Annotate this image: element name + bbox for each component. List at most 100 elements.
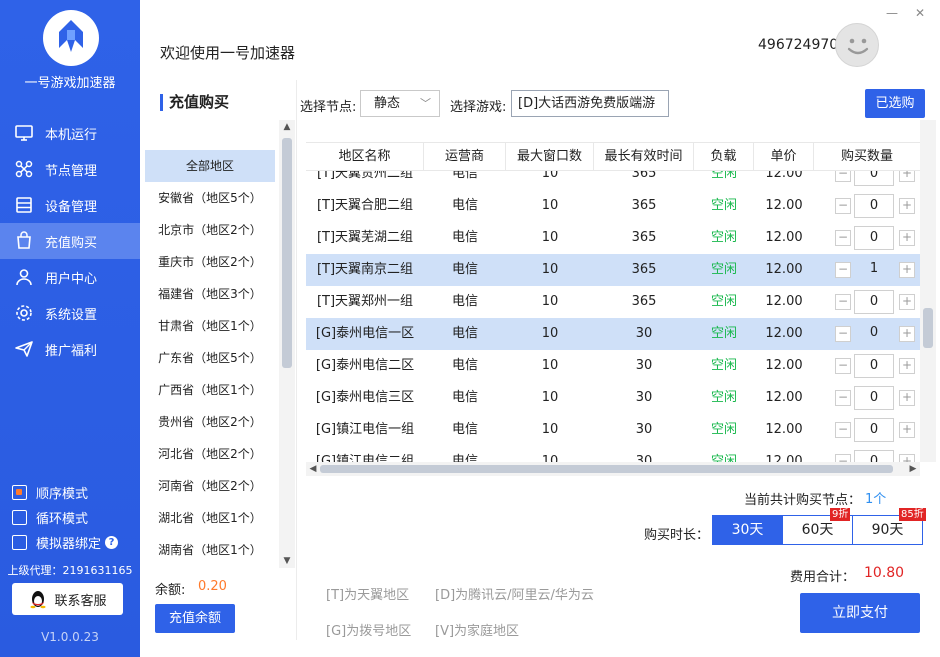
column-header[interactable]: 负载	[694, 143, 754, 171]
quantity-stepper[interactable]: −0 +	[833, 324, 917, 344]
table-row[interactable]: [T]天翼芜湖二组 电信 10 365 空闲 12.00 −0 +	[306, 222, 920, 254]
minimize-button[interactable]: —	[886, 6, 898, 20]
sequential-mode-checkbox[interactable]: 顺序模式	[12, 480, 137, 505]
minus-icon[interactable]: −	[835, 262, 851, 278]
minus-icon[interactable]: −	[835, 454, 851, 462]
plus-icon[interactable]: +	[899, 358, 915, 374]
plus-icon[interactable]: +	[899, 454, 915, 462]
table-row[interactable]: [T]天翼南京二组 电信 10 365 空闲 12.00 −1 +	[306, 254, 920, 286]
column-header[interactable]: 运营商	[424, 143, 506, 171]
quantity-input[interactable]: 0	[854, 226, 894, 250]
scroll-down-arrow-icon[interactable]: ▼	[279, 554, 295, 568]
plus-icon[interactable]: +	[899, 326, 915, 342]
checkbox-box[interactable]	[12, 535, 27, 550]
quantity-input[interactable]: 0	[854, 450, 894, 462]
region-item[interactable]: 安徽省（地区5个）	[145, 182, 275, 214]
table-row[interactable]: [T]天翼郑州一组 电信 10 365 空闲 12.00 −0 +	[306, 286, 920, 318]
sidebar-item-local-run[interactable]: 本机运行	[0, 115, 140, 151]
quantity-stepper[interactable]: −0 +	[833, 354, 917, 378]
region-scrollbar[interactable]: ▲ ▼	[279, 120, 295, 568]
region-item[interactable]: 广西省（地区1个）	[145, 374, 275, 406]
pay-now-button[interactable]: 立即支付	[800, 593, 920, 633]
recharge-balance-button[interactable]: 充值余额	[155, 604, 235, 633]
minus-icon[interactable]: −	[835, 230, 851, 246]
table-row[interactable]: [G]泰州电信三区 电信 10 30 空闲 12.00 −0 +	[306, 382, 920, 414]
sidebar-item-settings[interactable]: 系统设置	[0, 295, 140, 331]
quantity-stepper[interactable]: −0 +	[833, 194, 917, 218]
quantity-stepper[interactable]: −0 +	[833, 418, 917, 442]
column-header[interactable]: 单价	[754, 143, 814, 171]
scroll-thumb[interactable]	[282, 138, 292, 368]
node-type-select[interactable]: 静态 ﹀	[360, 90, 440, 117]
table-row[interactable]: [T]天翼合肥二组 电信 10 365 空闲 12.00 −0 +	[306, 190, 920, 222]
plus-icon[interactable]: +	[899, 262, 915, 278]
minus-icon[interactable]: −	[835, 294, 851, 310]
column-header[interactable]: 最长有效时间	[594, 143, 694, 171]
scroll-left-arrow-icon[interactable]: ◀	[306, 462, 320, 476]
minus-icon[interactable]: −	[835, 422, 851, 438]
minus-icon[interactable]: −	[835, 358, 851, 374]
checkbox-box[interactable]	[12, 485, 27, 500]
emulator-binding-checkbox[interactable]: 模拟器绑定 ?	[12, 530, 137, 555]
help-icon[interactable]: ?	[105, 536, 119, 549]
sidebar-item-user-center[interactable]: 用户中心	[0, 259, 140, 295]
region-item-all[interactable]: 全部地区	[145, 150, 275, 182]
customer-service-button[interactable]: 联系客服	[12, 583, 123, 615]
region-item[interactable]: 广东省（地区5个）	[145, 342, 275, 374]
duration-30-days-button[interactable]: 30天	[712, 515, 783, 545]
region-item[interactable]: 贵州省（地区2个）	[145, 406, 275, 438]
quantity-stepper[interactable]: −0 +	[833, 450, 917, 462]
game-select-input[interactable]: [D]大话西游免费版端游	[511, 90, 669, 117]
region-item[interactable]: 福建省（地区3个）	[145, 278, 275, 310]
loop-mode-checkbox[interactable]: 循环模式	[12, 505, 137, 530]
quantity-input[interactable]: 0	[854, 290, 894, 314]
region-item[interactable]: 北京市（地区2个）	[145, 214, 275, 246]
region-item[interactable]: 甘肃省（地区1个）	[145, 310, 275, 342]
plus-icon[interactable]: +	[899, 390, 915, 406]
sidebar-item-devices[interactable]: 设备管理	[0, 187, 140, 223]
scroll-right-arrow-icon[interactable]: ▶	[906, 462, 920, 476]
quantity-stepper[interactable]: −1 +	[833, 260, 917, 280]
region-item[interactable]: 湖南省（地区1个）	[145, 534, 275, 566]
minus-icon[interactable]: −	[835, 326, 851, 342]
scroll-thumb[interactable]	[320, 465, 893, 473]
table-row[interactable]: [G]镇江电信二组 电信 10 30 空闲 12.00 −0 +	[306, 446, 920, 462]
plus-icon[interactable]: +	[899, 230, 915, 246]
scroll-thumb[interactable]	[923, 308, 933, 348]
table-row[interactable]: [G]泰州电信二区 电信 10 30 空闲 12.00 −0 +	[306, 350, 920, 382]
selected-items-button[interactable]: 已选购	[865, 89, 925, 118]
plus-icon[interactable]: +	[899, 422, 915, 438]
plus-icon[interactable]: +	[899, 294, 915, 310]
table-cell-isp: 电信	[451, 358, 478, 373]
sidebar-item-purchase[interactable]: 充值购买	[0, 223, 140, 259]
table-row[interactable]: [G]镇江电信一组 电信 10 30 空闲 12.00 −0 +	[306, 414, 920, 446]
quantity-stepper[interactable]: −0 +	[833, 386, 917, 410]
column-header[interactable]: 购买数量	[814, 143, 920, 171]
close-button[interactable]: ✕	[915, 6, 925, 20]
quantity-stepper[interactable]: −0 +	[833, 290, 917, 314]
quantity-input[interactable]: 0	[854, 418, 894, 442]
region-item[interactable]: 重庆市（地区2个）	[145, 246, 275, 278]
minus-icon[interactable]: −	[835, 390, 851, 406]
quantity-input[interactable]: 0	[854, 386, 894, 410]
minus-icon[interactable]: −	[835, 198, 851, 214]
column-header[interactable]: 地区名称	[306, 143, 424, 171]
scroll-up-arrow-icon[interactable]: ▲	[279, 120, 295, 134]
quantity-input[interactable]: 1	[854, 258, 894, 282]
sidebar-item-nodes[interactable]: 节点管理	[0, 151, 140, 187]
checkbox-box[interactable]	[12, 510, 27, 525]
table-row[interactable]: [G]泰州电信一区 电信 10 30 空闲 12.00 −0 +	[306, 318, 920, 350]
region-item[interactable]: 河南省（地区2个）	[145, 470, 275, 502]
sidebar-item-promotion[interactable]: 推广福利	[0, 331, 140, 367]
quantity-input[interactable]: 0	[854, 354, 894, 378]
region-item[interactable]: 湖北省（地区1个）	[145, 502, 275, 534]
quantity-input[interactable]: 0	[854, 322, 894, 346]
plus-icon[interactable]: +	[899, 198, 915, 214]
avatar[interactable]	[835, 23, 879, 67]
quantity-stepper[interactable]: −0 +	[833, 226, 917, 250]
region-item[interactable]: 河北省（地区2个）	[145, 438, 275, 470]
column-header[interactable]: 最大窗口数	[506, 143, 594, 171]
table-horizontal-scrollbar[interactable]: ◀ ▶	[306, 462, 920, 476]
table-vertical-scrollbar[interactable]	[920, 120, 936, 462]
quantity-input[interactable]: 0	[854, 194, 894, 218]
